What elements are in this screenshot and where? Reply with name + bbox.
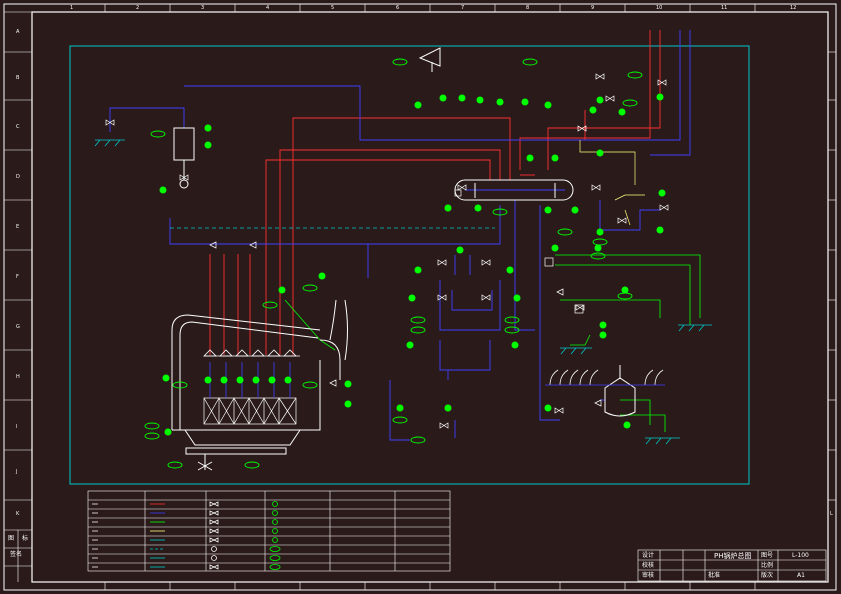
legend-symbols (92, 501, 281, 570)
boiler-furnace (171, 299, 348, 471)
steam-lines (209, 30, 661, 355)
instrument-bubbles (159, 93, 666, 436)
title-right-label3: 版次 (761, 572, 774, 579)
title-sheet-size: A1 (797, 572, 805, 579)
col-label-2: 2 (136, 5, 140, 11)
row-label-H: H (16, 374, 20, 380)
burner-row (203, 349, 300, 398)
col-label-12: 12 (790, 5, 797, 11)
left-strip-label3: 签名 (10, 551, 23, 558)
title-right-label2: 比例 (761, 562, 774, 569)
col-label-7: 7 (461, 5, 465, 11)
row-label-K: K (16, 511, 20, 517)
storage-tank (604, 365, 636, 417)
title-row1-label: 设计 (642, 552, 655, 559)
steam-drum (454, 179, 574, 201)
row-label-J: J (16, 469, 18, 475)
col-label-10: 10 (656, 5, 663, 11)
deaerator-vessel (173, 127, 195, 189)
signal-lines (579, 140, 645, 226)
title-row2-label: 校核 (642, 562, 655, 569)
col-label-8: 8 (526, 5, 530, 11)
water-lines (109, 30, 691, 441)
title-drawing-number: L-100 (792, 552, 809, 559)
row-label-F: F (16, 274, 19, 280)
valves (105, 73, 669, 429)
title-drawing-name: PH锅炉总图 (714, 552, 752, 560)
border-ticks (4, 4, 836, 590)
row-label-E: E (16, 224, 20, 230)
diagram-canvas (3, 3, 837, 591)
row-label-I: I (16, 424, 18, 430)
col-label-6: 6 (396, 5, 400, 11)
instrument-boxes (454, 189, 584, 314)
col-label-4: 4 (266, 5, 270, 11)
col-label-5: 5 (331, 5, 335, 11)
col-label-3: 3 (201, 5, 205, 11)
outer-border (3, 3, 837, 591)
drain-hooks (545, 369, 665, 386)
row-label-G: G (16, 324, 20, 330)
row-label-A: A (16, 29, 20, 35)
heat-exchanger-grid (203, 397, 297, 425)
col-label-9: 9 (591, 5, 595, 11)
col-label-1: 1 (70, 5, 74, 11)
col-label-11: 11 (721, 5, 728, 11)
left-strip-label2: 标 (22, 535, 29, 542)
vent-silencer (418, 47, 441, 72)
title-row3b-label: 批准 (708, 572, 721, 579)
legend-table (87, 490, 451, 572)
title-right-label1: 图号 (761, 552, 774, 559)
row-label-D: D (16, 174, 20, 180)
row-label-B: B (16, 75, 20, 81)
left-strip-label1: 图 (8, 535, 15, 542)
title-row3-label: 审核 (642, 572, 655, 579)
left-title-strip (4, 11, 32, 582)
instrument-tags (144, 58, 643, 469)
row-label-C: C (16, 124, 20, 130)
cad-drawing-sheet: PH锅炉总图 L-100 A1 设计 校核 审核 批准 图号 比例 版次 图 标… (0, 0, 841, 594)
drawing-border (31, 11, 829, 583)
row-label-L: L (830, 511, 833, 517)
